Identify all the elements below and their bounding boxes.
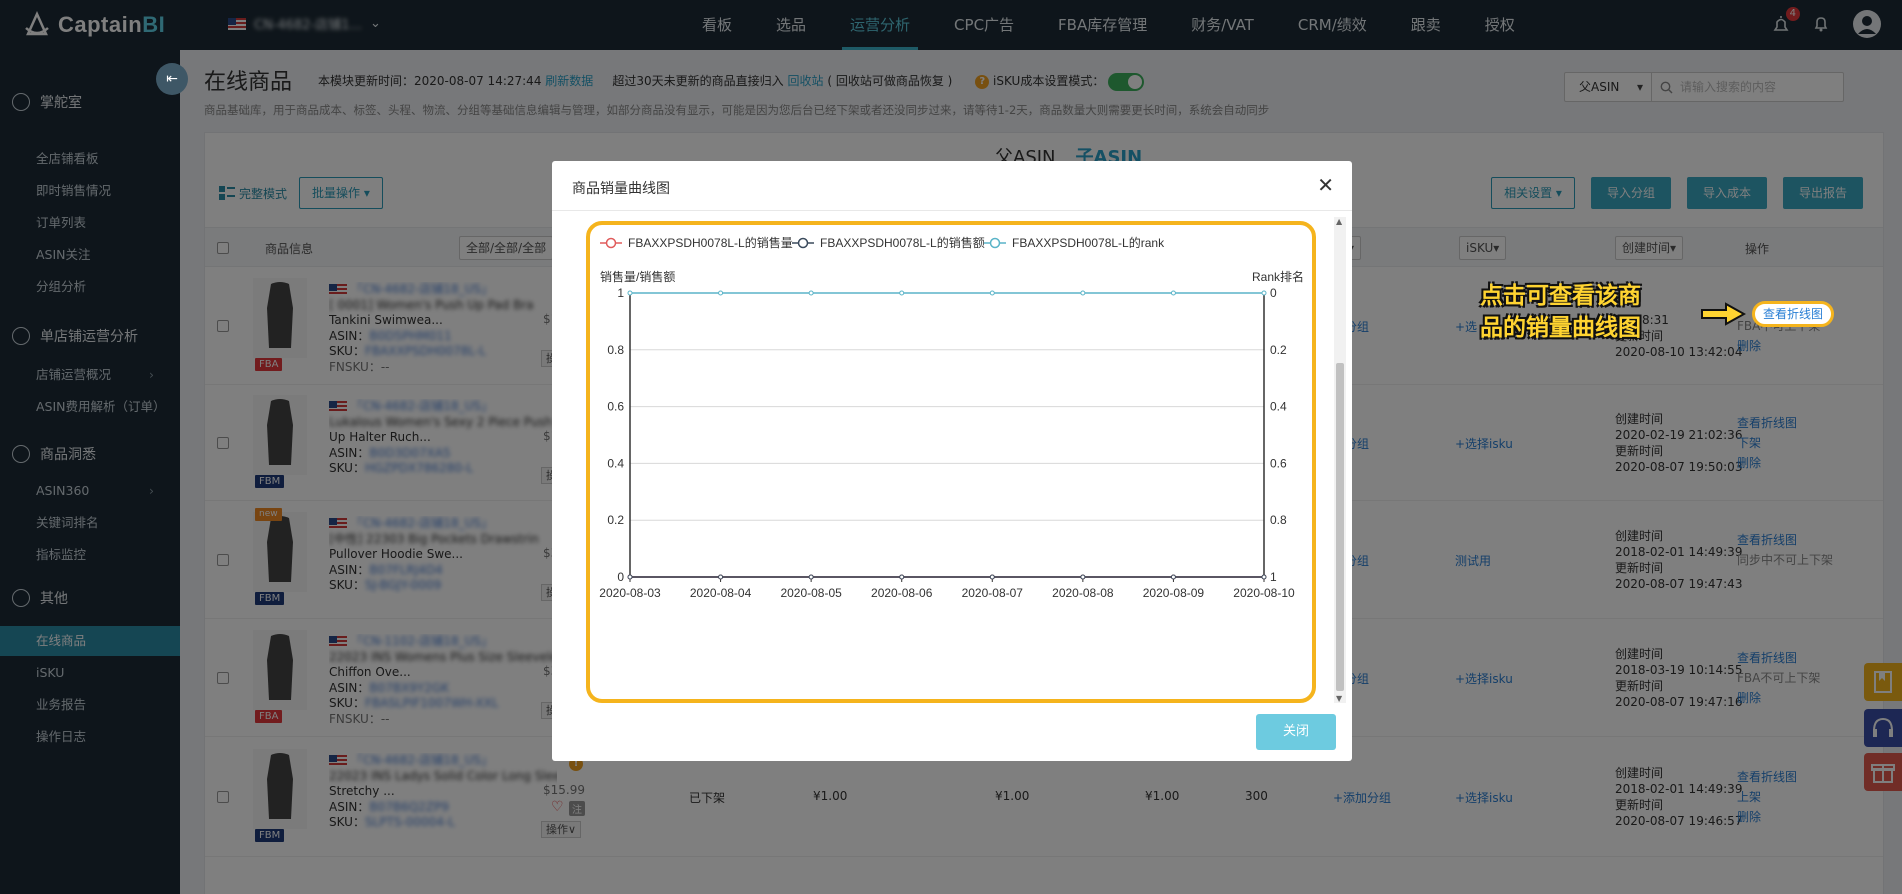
y-tick-left-2: 0.4 — [607, 456, 624, 470]
y-tick-left-0: 0 — [617, 570, 624, 584]
x-tick-label-2: 2020-08-05 — [780, 586, 842, 600]
y-tick-right-3: 0.4 — [1270, 400, 1287, 414]
data-point-1-3 — [899, 574, 905, 580]
close-icon[interactable]: ✕ — [1317, 173, 1334, 197]
data-point-1-1 — [718, 574, 724, 580]
highlighted-view-chart-link[interactable]: 查看折线图 — [1752, 301, 1834, 327]
data-point-2-0 — [627, 290, 633, 296]
y-tick-right-2: 0.6 — [1270, 456, 1287, 470]
legend-marker-0 — [605, 237, 617, 249]
modal-title: 商品销量曲线图 — [572, 181, 670, 197]
legend-label-2: FBAXXPSDH0078L-L的rank — [1012, 235, 1165, 250]
legend-marker-2 — [989, 237, 1001, 249]
scroll-up-icon[interactable]: ▲ — [1336, 217, 1342, 226]
x-tick-label-3: 2020-08-06 — [871, 586, 933, 600]
scrollbar-thumb[interactable] — [1336, 363, 1344, 691]
y-axis-left-title: 销售量/销售额 — [600, 269, 675, 284]
annotation-line-1: 点击可查看该商 — [1480, 283, 1641, 309]
data-point-2-6 — [1170, 290, 1176, 296]
data-point-2-1 — [718, 290, 724, 296]
annotation-arrow-icon — [1701, 302, 1746, 326]
x-tick-label-0: 2020-08-03 — [599, 586, 661, 600]
y-tick-left-1: 0.2 — [607, 513, 624, 527]
x-tick-label-5: 2020-08-08 — [1052, 586, 1114, 600]
y-tick-right-0: 1 — [1270, 570, 1277, 584]
modal-header: 商品销量曲线图 ✕ — [552, 161, 1352, 211]
data-point-1-5 — [1080, 574, 1086, 580]
y-tick-left-3: 0.6 — [607, 400, 624, 414]
legend-label-1: FBAXXPSDH0078L-L的销售额 — [820, 235, 985, 250]
modal-close-button[interactable]: 关闭 — [1256, 714, 1336, 750]
x-tick-label-4: 2020-08-07 — [962, 586, 1024, 600]
data-point-2-5 — [1080, 290, 1086, 296]
data-point-1-0 — [627, 574, 633, 580]
y-tick-left-4: 0.8 — [607, 343, 624, 357]
y-axis-right-title: Rank排名 — [1252, 269, 1304, 284]
chart-highlight-frame: FBAXXPSDH0078L-L的销售量 FBAXXPSDH0078L-L的销售额… — [586, 221, 1316, 703]
annotation-callout: 点击可查看该商 品的销量曲线图 — [1480, 280, 1641, 344]
sales-line-chart: FBAXXPSDH0078L-L的销售量 FBAXXPSDH0078L-L的销售额… — [599, 235, 1304, 600]
data-point-1-4 — [989, 574, 995, 580]
y-tick-left-5: 1 — [617, 286, 624, 300]
legend-label-0: FBAXXPSDH0078L-L的销售量 — [628, 235, 793, 250]
data-point-1-6 — [1170, 574, 1176, 580]
x-tick-label-6: 2020-08-09 — [1143, 586, 1205, 600]
data-point-1-7 — [1261, 574, 1267, 580]
annotation-line-2: 品的销量曲线图 — [1480, 315, 1641, 341]
y-tick-right-1: 0.8 — [1270, 513, 1287, 527]
y-tick-right-4: 0.2 — [1270, 343, 1287, 357]
data-point-2-3 — [899, 290, 905, 296]
data-point-1-2 — [808, 574, 814, 580]
data-point-2-4 — [989, 290, 995, 296]
sidebar-collapse-icon[interactable]: ⇤ — [156, 63, 188, 95]
legend-marker-1 — [797, 237, 809, 249]
data-point-2-2 — [808, 290, 814, 296]
x-tick-label-1: 2020-08-04 — [690, 586, 752, 600]
sales-chart-modal: 商品销量曲线图 ✕ FBAXXPSDH0078L-L的销售量 FBAXXPSDH0… — [552, 161, 1352, 761]
modal-scrollbar[interactable]: ▲ ▼ — [1334, 217, 1346, 703]
y-tick-right-5: 0 — [1270, 286, 1277, 300]
scroll-down-icon[interactable]: ▼ — [1336, 694, 1342, 703]
data-point-2-7 — [1261, 290, 1267, 296]
x-tick-label-7: 2020-08-10 — [1233, 586, 1295, 600]
